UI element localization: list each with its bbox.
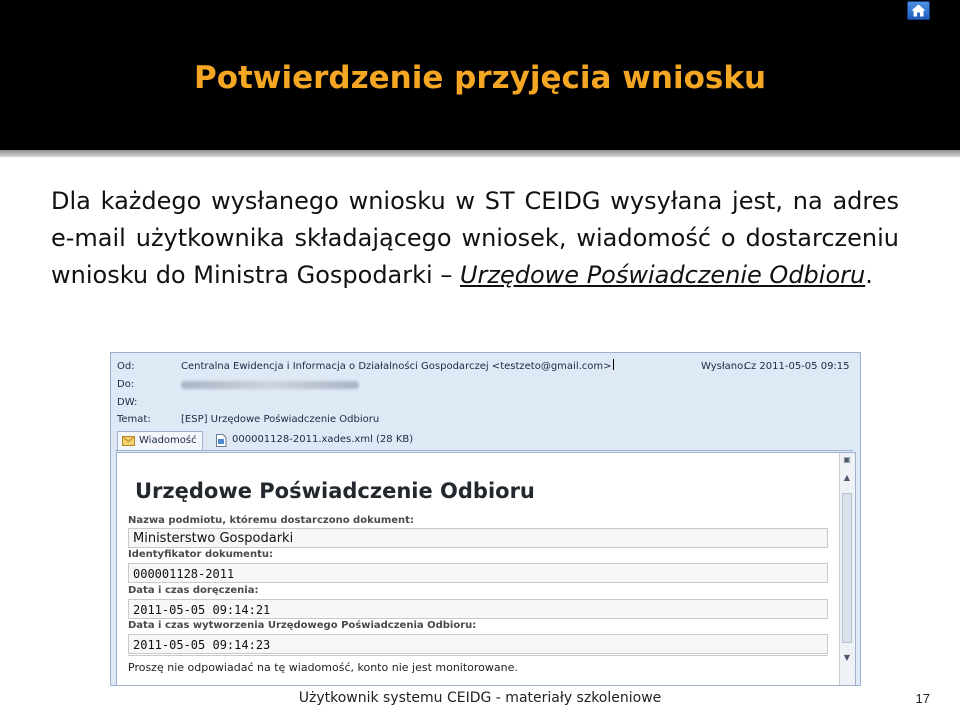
- from-label: Od:: [117, 361, 135, 372]
- sent-value: Cz 2011-05-05 09:15: [744, 361, 850, 372]
- xml-file-icon: [216, 434, 227, 447]
- slide-title: Potwierdzenie przyjęcia wniosku: [193, 60, 767, 96]
- no-reply-notice: Proszę nie odpowiadać na tę wiadomość, k…: [128, 661, 518, 674]
- text-cursor: [612, 359, 614, 370]
- field-value-identifier: 000001128-2011: [128, 563, 828, 583]
- field-label-identifier: Identyfikator dokumentu:: [128, 549, 273, 560]
- scrollbar-thumb[interactable]: [842, 493, 852, 643]
- email-from-row: Od: Centralna Ewidencja i Informacja o D…: [117, 359, 855, 375]
- from-value: Centralna Ewidencja i Informacja o Dział…: [181, 359, 614, 375]
- tab-attachment[interactable]: 000001128-2011.xades.xml (28 KB): [211, 431, 418, 449]
- slide-footer: Użytkownik systemu CEIDG - materiały szk…: [298, 690, 662, 706]
- notice-divider: [128, 655, 828, 656]
- body-paragraph: Dla każdego wysłanego wniosku w ST CEIDG…: [51, 183, 899, 294]
- tab-message[interactable]: Wiadomość: [117, 431, 203, 450]
- field-label-recipient: Nazwa podmiotu, któremu dostarczono doku…: [128, 515, 414, 526]
- subject-value: [ESP] Urzędowe Poświadczenie Odbioru: [181, 414, 380, 425]
- email-screenshot: Od: Centralna Ewidencja i Informacja o D…: [110, 352, 861, 686]
- field-value-delivery-time: 2011-05-05 09:14:21: [128, 599, 828, 619]
- email-body: Urzędowe Poświadczenie Odbioru Nazwa pod…: [116, 452, 856, 685]
- document-title: Urzędowe Poświadczenie Odbioru: [135, 479, 535, 503]
- document-options-icon[interactable]: ▣: [842, 455, 852, 465]
- page-number: 17: [915, 691, 930, 706]
- scroll-up-arrow-icon[interactable]: ▲: [842, 473, 852, 483]
- field-value-creation-time: 2011-05-05 09:14:23: [128, 634, 828, 654]
- field-label-delivery-time: Data i czas doręczenia:: [128, 585, 259, 596]
- field-label-creation-time: Data i czas wytworzenia Urzędowego Poświ…: [128, 620, 477, 631]
- field-value-recipient: Ministerstwo Gospodarki: [128, 528, 828, 548]
- from-address: Centralna Ewidencja i Informacja o Dział…: [181, 361, 612, 372]
- home-icon: [911, 4, 926, 17]
- subject-label: Temat:: [117, 414, 151, 425]
- envelope-icon: [122, 436, 135, 446]
- to-value-redacted: [181, 377, 359, 395]
- body-text-end: .: [865, 261, 873, 289]
- vertical-scrollbar[interactable]: ▣ ▲ ▼: [839, 453, 855, 685]
- scroll-down-arrow-icon[interactable]: ▼: [842, 653, 852, 663]
- body-text-highlight: Urzędowe Poświadczenie Odbioru: [459, 261, 866, 289]
- sent-label: Wysłano:: [701, 361, 747, 372]
- title-divider: [0, 150, 960, 157]
- email-tabs: Wiadomość 000001128-2011.xades.xml (28 K…: [115, 430, 853, 451]
- tab-message-label: Wiadomość: [139, 435, 197, 446]
- cc-label: DW:: [117, 397, 138, 408]
- home-button[interactable]: [907, 1, 930, 20]
- to-label: Do:: [117, 379, 135, 390]
- tab-attachment-label: 000001128-2011.xades.xml (28 KB): [232, 434, 414, 445]
